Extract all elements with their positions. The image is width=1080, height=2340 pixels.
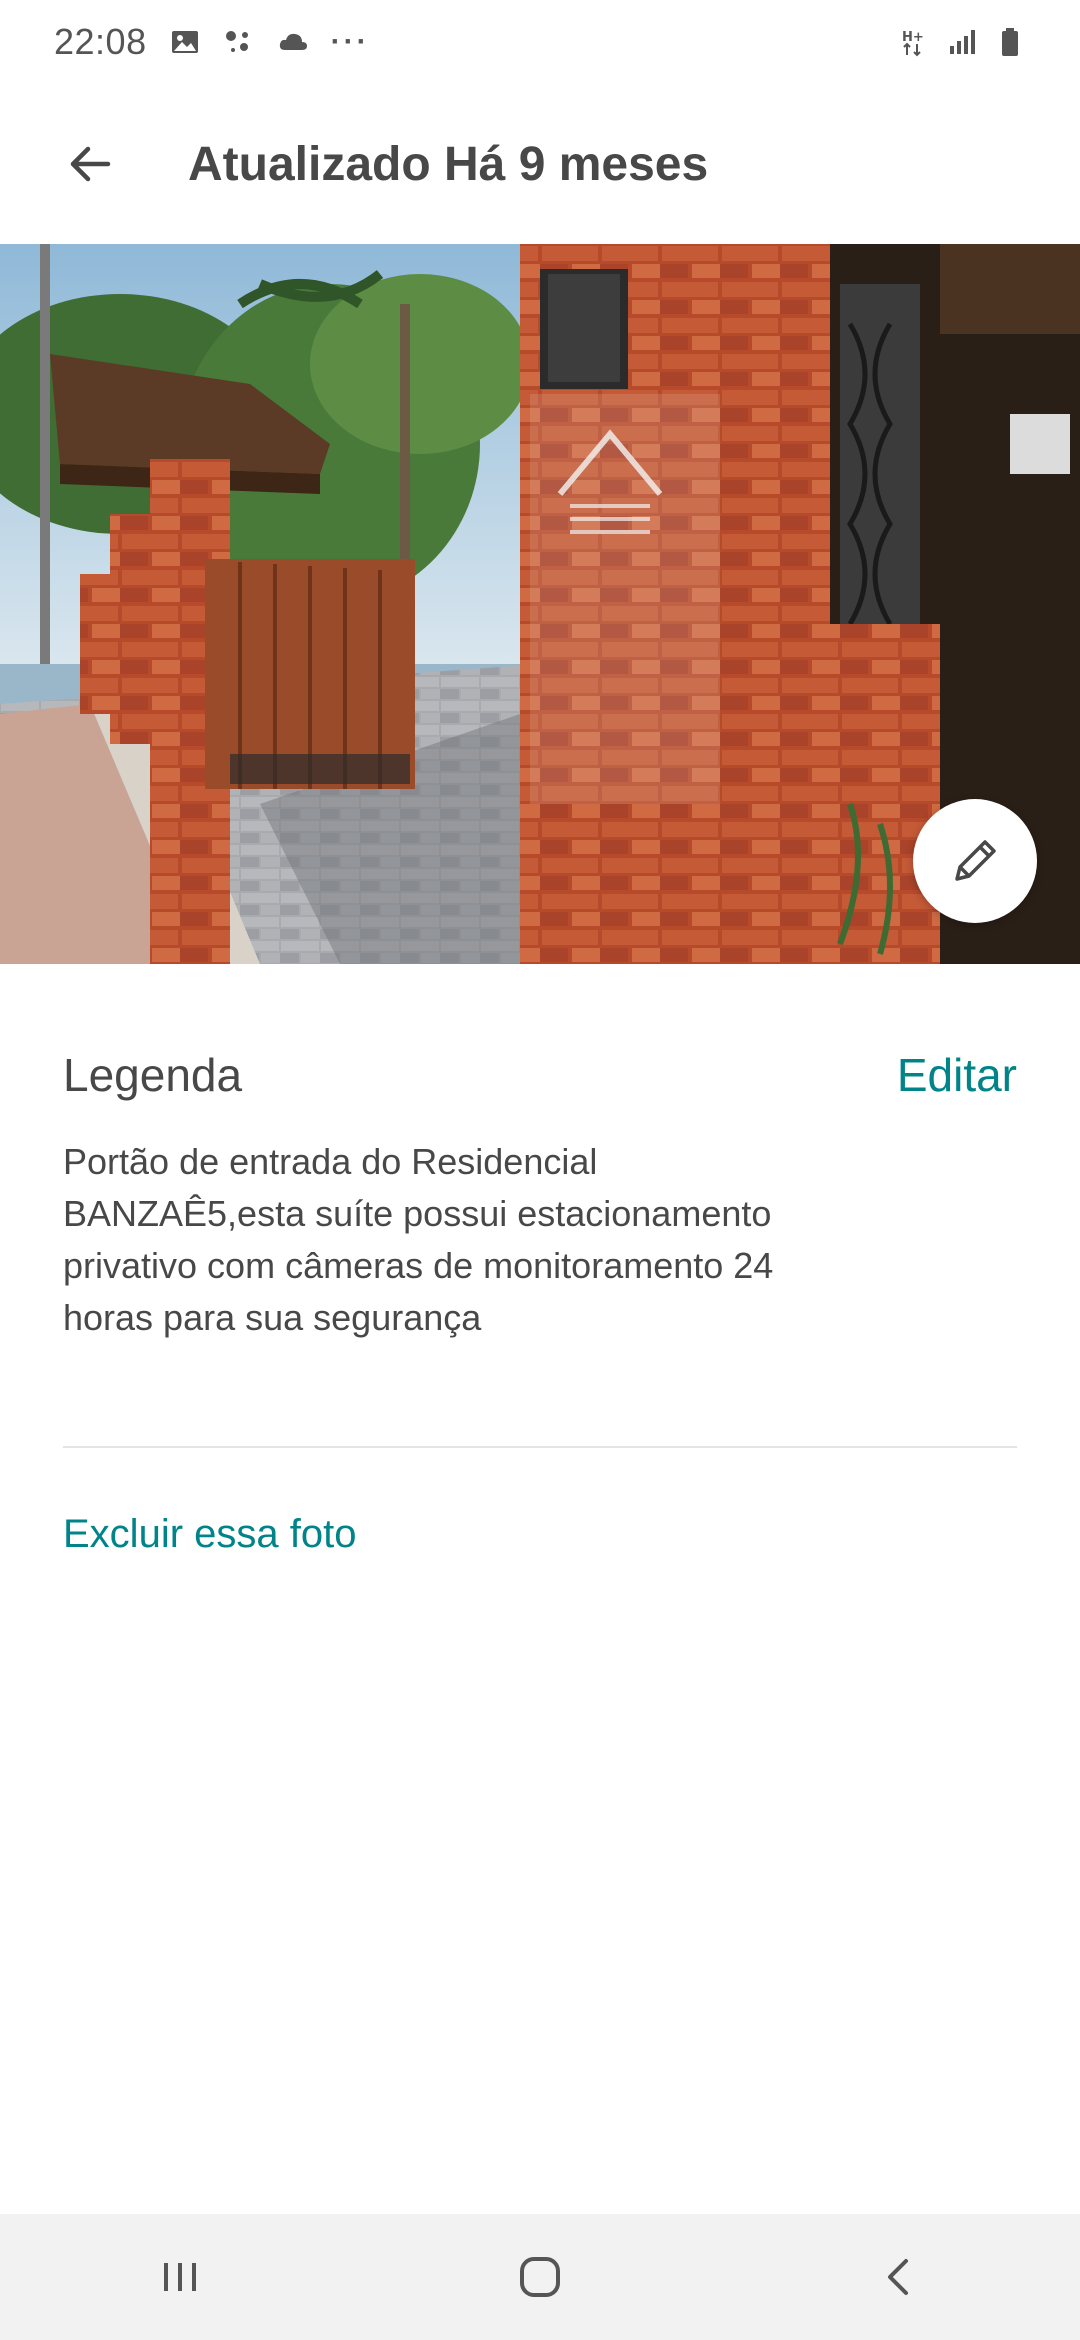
status-time: 22:08	[54, 21, 147, 62]
cloud-icon	[277, 26, 309, 58]
caption-header: Legenda Editar	[63, 1040, 1017, 1110]
edit-photo-button[interactable]	[913, 799, 1037, 923]
caption-text: Portão de entrada do Residencial BANZAÊ5…	[63, 1141, 774, 1338]
assistant-dots-icon	[223, 26, 255, 58]
pencil-icon	[955, 840, 996, 881]
arrow-left-icon	[70, 146, 111, 182]
data-hplus-icon: H+	[898, 26, 930, 58]
more-dots-icon: ···	[330, 25, 370, 58]
back-button[interactable]	[50, 124, 130, 204]
listing-photo	[0, 244, 1080, 964]
image-icon	[169, 26, 201, 58]
svg-text:H+: H+	[902, 30, 924, 45]
status-notification-icons: ···	[169, 25, 370, 59]
system-back-button[interactable]	[840, 2227, 960, 2327]
recent-apps-icon	[164, 2263, 196, 2291]
delete-photo-link[interactable]: Excluir essa foto	[63, 1512, 356, 1557]
battery-icon	[994, 26, 1026, 58]
status-system-icons: H+	[898, 26, 1026, 58]
signal-icon	[946, 26, 978, 58]
divider	[63, 1446, 1017, 1448]
app-header: Atualizado Há 9 meses	[0, 84, 1080, 244]
status-bar: 22:08 ··· H+	[0, 0, 1080, 84]
page-title: Atualizado Há 9 meses	[188, 137, 709, 191]
home-icon	[520, 2257, 560, 2297]
home-button[interactable]	[480, 2227, 600, 2327]
back-icon	[888, 2259, 908, 2295]
recent-apps-button[interactable]	[120, 2227, 240, 2327]
caption-section: Legenda Editar Portão de entrada do Resi…	[63, 1040, 1017, 1344]
caption-label: Legenda	[63, 1049, 243, 1101]
edit-caption-link[interactable]: Editar	[897, 1048, 1017, 1102]
system-nav-bar	[0, 2214, 1080, 2340]
